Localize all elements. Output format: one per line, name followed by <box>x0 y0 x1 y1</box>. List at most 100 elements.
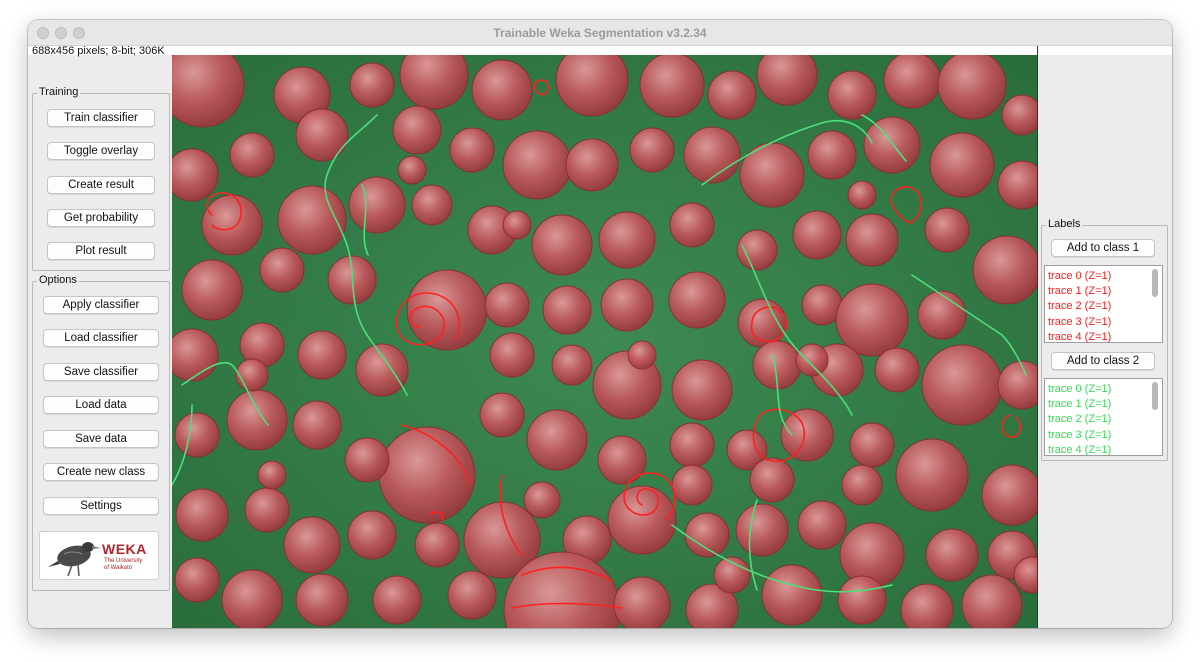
segmented-cell <box>229 132 275 178</box>
title-bar: Trainable Weka Segmentation v3.2.34 <box>28 20 1172 46</box>
create-new-class-button[interactable]: Create new class <box>43 463 159 481</box>
segmented-cell <box>378 426 476 524</box>
segmented-cell <box>484 282 530 328</box>
segmentation-canvas[interactable] <box>172 55 1037 628</box>
segmented-cell <box>344 437 390 483</box>
segmented-cell <box>863 116 921 174</box>
class2-trace-item[interactable]: trace 0 (Z=1) <box>1045 382 1162 397</box>
create-result-button[interactable]: Create result <box>47 176 155 194</box>
info-strip <box>28 46 1038 55</box>
segmented-cell <box>372 575 422 625</box>
segmentation-image[interactable] <box>172 55 1037 628</box>
segmented-cell <box>845 213 899 267</box>
right-info-strip <box>1037 46 1172 55</box>
segmented-cell <box>849 422 895 468</box>
segmented-cell <box>226 389 288 451</box>
weka-logo-text: WEKA <box>102 541 147 557</box>
segmented-cell <box>257 460 287 490</box>
settings-button[interactable]: Settings <box>43 497 159 515</box>
segmented-cell <box>929 132 995 198</box>
class-2-trace-list[interactable]: trace 0 (Z=1) trace 1 (Z=1) trace 2 (Z=1) t… <box>1044 378 1163 456</box>
segmented-cell <box>297 330 347 380</box>
segmented-cell <box>629 127 675 173</box>
segmented-cell <box>295 108 349 162</box>
class2-trace-item[interactable]: trace 1 (Z=1) <box>1045 397 1162 412</box>
segmented-cell <box>392 105 442 155</box>
weka-logo: WEKA The University of Waikato <box>39 531 159 580</box>
load-classifier-button[interactable]: Load classifier <box>43 329 159 347</box>
segmented-cell <box>292 400 342 450</box>
segmented-cell <box>961 574 1023 628</box>
window-title: Trainable Weka Segmentation v3.2.34 <box>493 26 707 40</box>
save-data-button[interactable]: Save data <box>43 430 159 448</box>
segmented-cell <box>981 464 1037 526</box>
segmented-cell <box>397 155 427 185</box>
segmented-cell <box>797 500 847 550</box>
segmented-cell <box>181 259 243 321</box>
segmented-cell <box>471 59 533 121</box>
segmented-cell <box>835 283 909 357</box>
segmented-cell <box>874 347 920 393</box>
segmented-cell <box>839 522 905 588</box>
segmented-cell <box>761 564 823 626</box>
segmented-cell <box>1001 94 1037 136</box>
get-probability-button[interactable]: Get probability <box>47 209 155 227</box>
class2-trace-item[interactable]: trace 4 (Z=1) <box>1045 443 1162 458</box>
add-to-class-2-button[interactable]: Add to class 2 <box>1051 352 1155 370</box>
weka-subtitle-line-2: of Waikato <box>104 565 133 571</box>
segmented-cell <box>924 207 970 253</box>
load-data-button[interactable]: Load data <box>43 396 159 414</box>
weka-bird-icon <box>48 542 101 577</box>
segmented-cell <box>174 557 220 603</box>
segmented-cell <box>795 343 829 377</box>
segmented-cell <box>489 332 535 378</box>
class2-trace-item[interactable]: trace 2 (Z=1) <box>1045 412 1162 427</box>
segmented-cell <box>411 184 453 226</box>
class1-trace-item[interactable]: trace 0 (Z=1) <box>1045 269 1162 284</box>
app-window: Trainable Weka Segmentation v3.2.34 688x… <box>28 20 1172 628</box>
segmented-cell <box>827 70 877 120</box>
class1-trace-item[interactable]: trace 3 (Z=1) <box>1045 315 1162 330</box>
training-panel: Training Train classifier Toggle overlay… <box>32 86 170 271</box>
segmented-cell <box>201 194 263 256</box>
class-2-list-scrollbar[interactable] <box>1152 382 1158 410</box>
segmented-cell <box>668 271 726 329</box>
segmented-cell <box>792 210 842 260</box>
segmented-cell <box>221 569 283 628</box>
save-classifier-button[interactable]: Save classifier <box>43 363 159 381</box>
segmented-cell <box>780 408 834 462</box>
segmented-cell <box>523 481 561 519</box>
segmented-cell <box>669 202 715 248</box>
toggle-overlay-button[interactable]: Toggle overlay <box>47 142 155 160</box>
apply-classifier-button[interactable]: Apply classifier <box>43 296 159 314</box>
class-1-trace-list[interactable]: trace 0 (Z=1) trace 1 (Z=1) trace 2 (Z=1) t… <box>1044 265 1163 343</box>
class1-trace-item[interactable]: trace 4 (Z=1) <box>1045 330 1162 345</box>
options-panel-title: Options <box>37 274 79 286</box>
segmented-cell <box>244 487 290 533</box>
segmented-cell <box>449 127 495 173</box>
class2-trace-item[interactable]: trace 3 (Z=1) <box>1045 428 1162 443</box>
class-1-list-scrollbar[interactable] <box>1152 269 1158 297</box>
train-classifier-button[interactable]: Train classifier <box>47 109 155 127</box>
segmented-cell <box>895 438 969 512</box>
class-1-trace-items: trace 0 (Z=1) trace 1 (Z=1) trace 2 (Z=1) t… <box>1045 266 1162 345</box>
segmented-cell <box>295 573 349 627</box>
segmented-cell <box>355 343 409 397</box>
segmented-cell <box>837 575 887 625</box>
segmented-cell <box>739 142 805 208</box>
segmented-cell <box>847 180 877 210</box>
segmented-cell <box>531 214 593 276</box>
segmented-cell <box>526 409 588 471</box>
segmented-cell <box>671 464 713 506</box>
segmented-cell <box>883 55 941 109</box>
add-to-class-1-button[interactable]: Add to class 1 <box>1051 239 1155 257</box>
segmented-cell <box>235 358 269 392</box>
segmented-cell <box>551 344 593 386</box>
class1-trace-item[interactable]: trace 2 (Z=1) <box>1045 299 1162 314</box>
segmented-cell <box>607 485 677 555</box>
segmented-cell <box>597 435 647 485</box>
class1-trace-item[interactable]: trace 1 (Z=1) <box>1045 284 1162 299</box>
class-2-trace-items: trace 0 (Z=1) trace 1 (Z=1) trace 2 (Z=1) t… <box>1045 379 1162 458</box>
segmented-cell <box>479 392 525 438</box>
plot-result-button[interactable]: Plot result <box>47 242 155 260</box>
